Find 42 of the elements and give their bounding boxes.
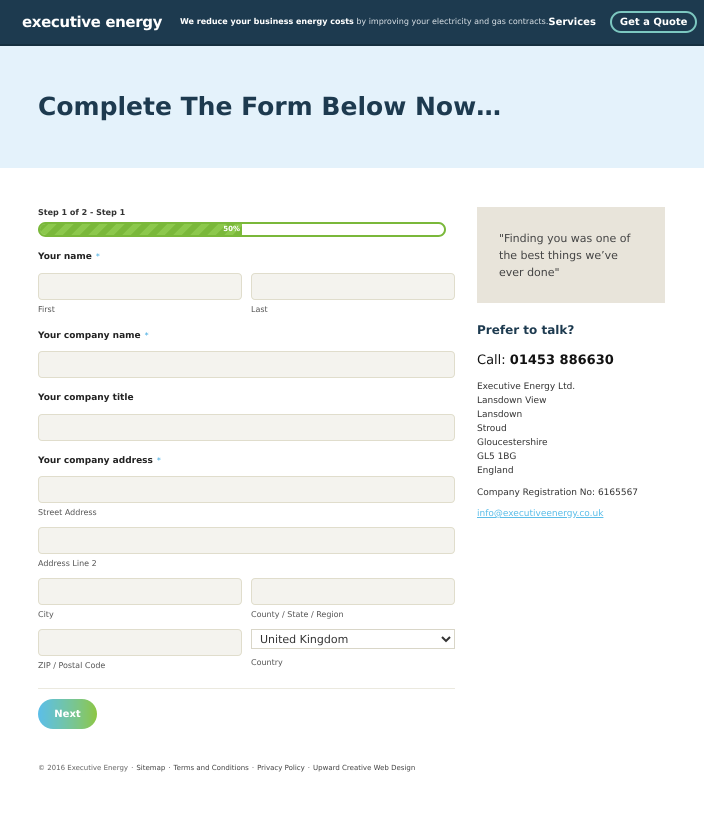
tagline: We reduce your business energy costs by improving your electricity and gas contracts. bbox=[180, 16, 548, 28]
required-asterisk: * bbox=[156, 454, 161, 466]
input-field[interactable] bbox=[38, 272, 242, 300]
country-select[interactable]: United Kingdom bbox=[251, 629, 455, 649]
address-line: Stroud bbox=[477, 422, 508, 436]
logo-text: executive energy bbox=[22, 12, 162, 33]
required-asterisk: * bbox=[96, 251, 100, 263]
field-sublabel: Country bbox=[251, 657, 284, 669]
talk-heading: Prefer to talk? bbox=[477, 322, 576, 339]
field-label: Your company address bbox=[38, 454, 153, 468]
field-sublabel: City bbox=[38, 609, 55, 621]
page-title: Complete The Form Below Now… bbox=[38, 91, 502, 124]
input-field[interactable] bbox=[38, 351, 455, 378]
input-field[interactable] bbox=[38, 527, 455, 554]
field-sublabel: County / State / Region bbox=[251, 609, 345, 621]
address-line: GL5 1BG bbox=[477, 450, 518, 464]
input-field[interactable] bbox=[38, 578, 242, 605]
input-field[interactable] bbox=[251, 578, 455, 605]
field-sublabel: ZIP / Postal Code bbox=[38, 660, 106, 672]
services-link[interactable]: Services bbox=[548, 14, 596, 30]
input-field[interactable] bbox=[38, 414, 455, 440]
input-field[interactable] bbox=[38, 629, 242, 656]
address-line: Lansdown bbox=[477, 408, 524, 422]
address-line: England bbox=[477, 464, 515, 478]
registration-text: Company Registration No: 6165567 bbox=[477, 486, 640, 500]
required-asterisk: * bbox=[144, 330, 149, 342]
address-line: Gloucestershire bbox=[477, 436, 549, 450]
field-label: Your name bbox=[38, 251, 92, 264]
step-label: Step 1 of 2 - Step 1 bbox=[38, 207, 126, 219]
field-sublabel: Address Line 2 bbox=[38, 558, 98, 570]
call-line: Call: 01453 886630 bbox=[477, 352, 615, 370]
testimonial-quote: "Finding you was one of the best things we’ve ever done" bbox=[499, 230, 632, 280]
input-field[interactable] bbox=[38, 476, 455, 503]
field-label: Your company name bbox=[38, 330, 141, 342]
quote-button[interactable]: Get a Quote bbox=[610, 11, 698, 33]
field-sublabel: First bbox=[38, 304, 56, 316]
field-sublabel: Street Address bbox=[38, 507, 98, 519]
address-line: Executive Energy Ltd. bbox=[477, 380, 576, 394]
field-label: Your company title bbox=[38, 392, 134, 405]
address-line: Lansdown View bbox=[477, 394, 548, 408]
input-field[interactable] bbox=[251, 272, 455, 300]
field-sublabel: Last bbox=[251, 304, 269, 316]
